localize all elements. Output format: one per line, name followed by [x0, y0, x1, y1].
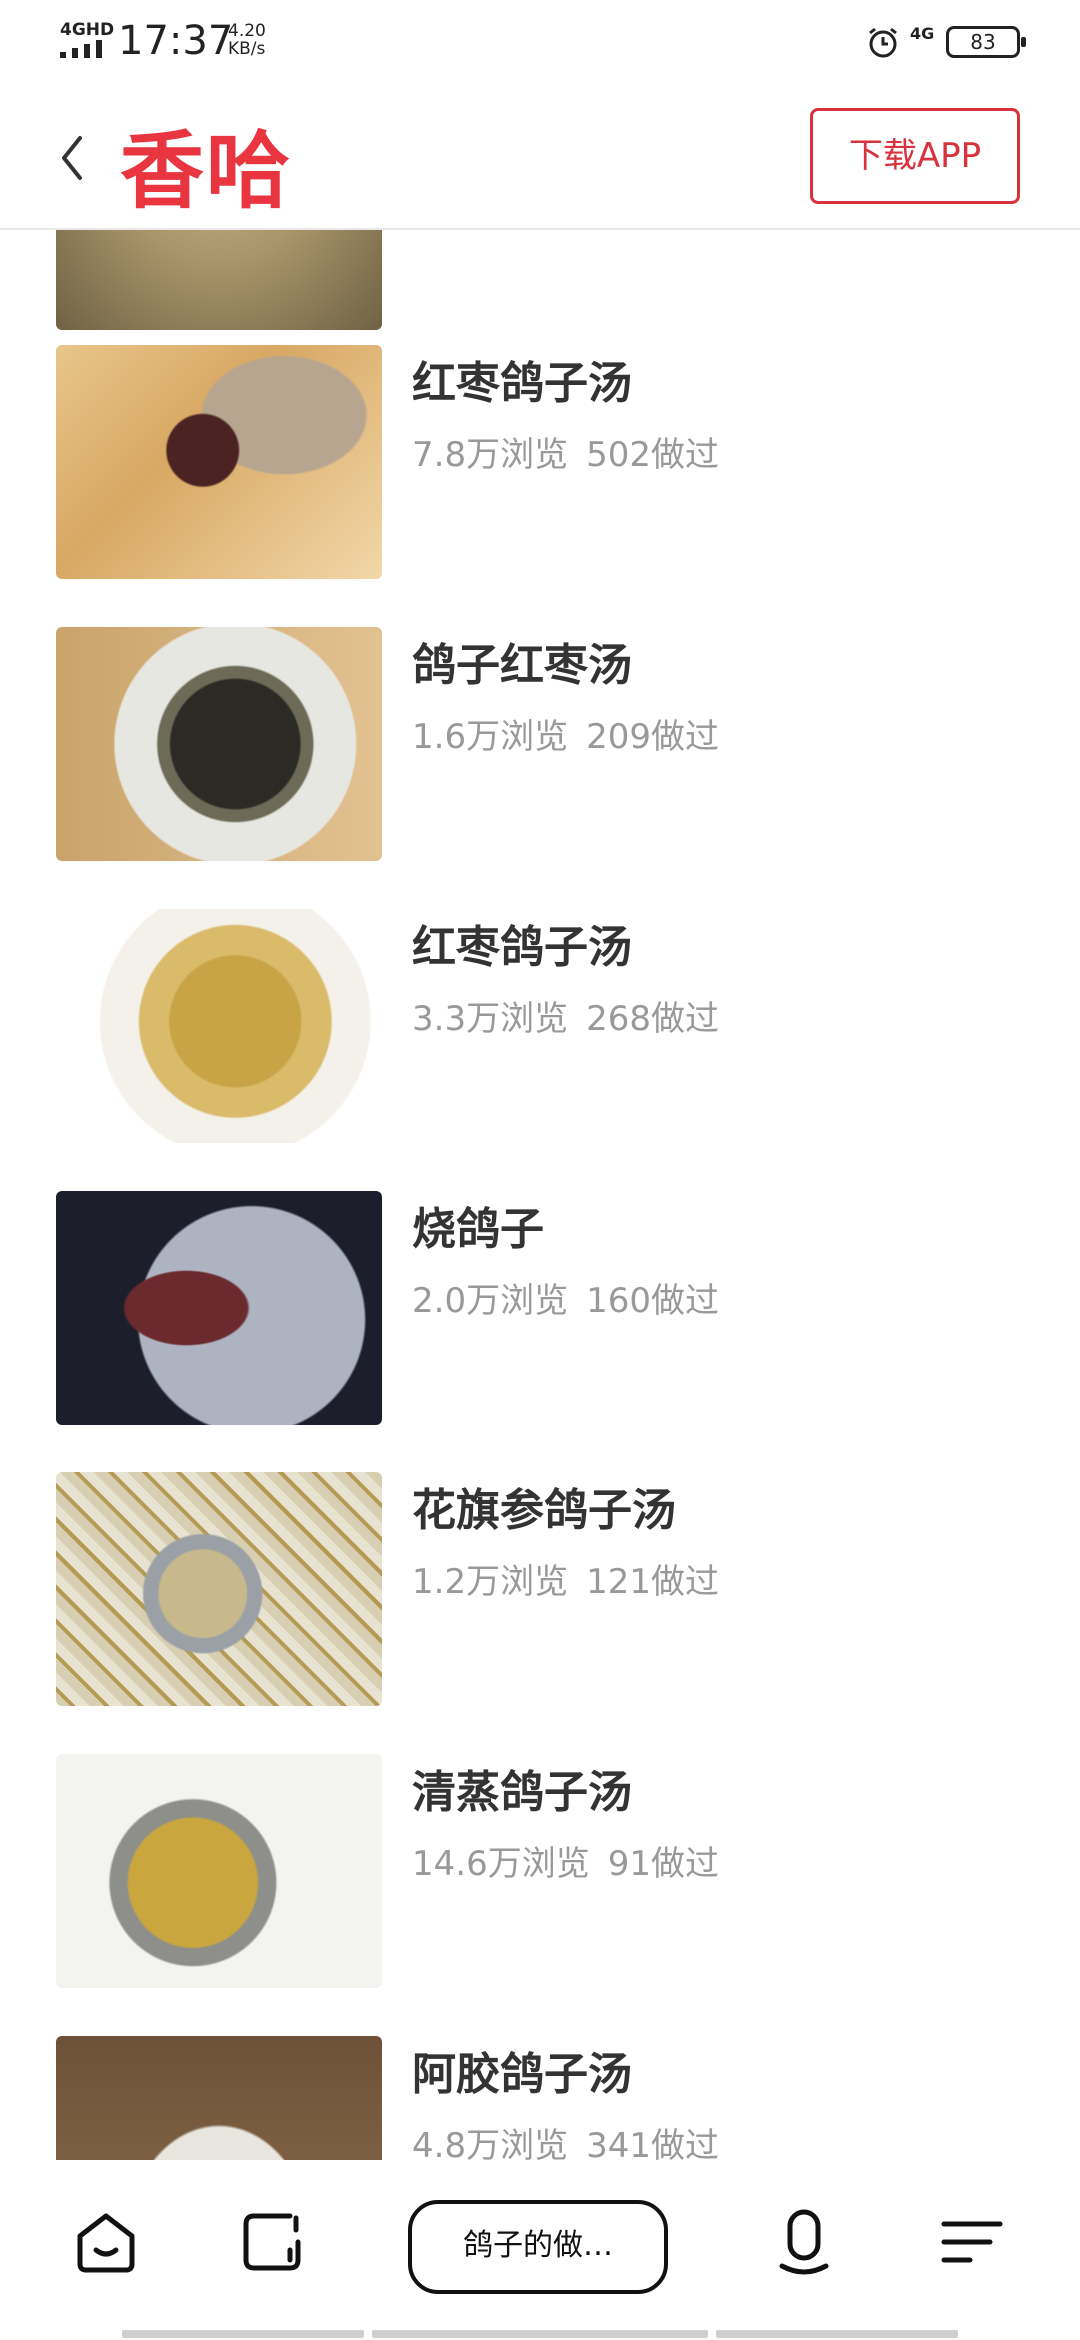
- view-count: 7.8万浏览: [412, 435, 569, 475]
- app-logo: 香哈: [120, 122, 293, 220]
- battery-icon: 83: [946, 26, 1026, 58]
- made-count: 341做过: [586, 2126, 719, 2160]
- view-count: 1.2万浏览: [412, 1562, 569, 1602]
- address-search-bar[interactable]: 鸽子的做…: [408, 2200, 668, 2294]
- list-item[interactable]: 花旗参鸽子汤 1.2万浏览 121做过: [0, 1472, 1080, 1706]
- recipe-title[interactable]: 烧鸽子: [412, 1193, 544, 1257]
- view-count: 2.0万浏览: [412, 1281, 569, 1321]
- network-type-label: 4GHD: [60, 20, 115, 40]
- recipe-thumbnail: [56, 1754, 382, 1988]
- network-speed-value: 4.20: [228, 21, 266, 41]
- recipe-thumbnail: [56, 627, 382, 861]
- tabs-icon[interactable]: [238, 2208, 306, 2276]
- recipe-thumbnail: [56, 1472, 382, 1706]
- made-count: 209做过: [586, 717, 719, 757]
- recipe-stats: 4.8万浏览 341做过: [412, 2118, 719, 2160]
- recipe-stats: 14.6万浏览 91做过: [412, 1836, 719, 1885]
- made-count: 121做过: [586, 1562, 719, 1602]
- list-item[interactable]: 清蒸鸽子汤 14.6万浏览 91做过: [0, 1754, 1080, 1988]
- mic-icon[interactable]: [770, 2208, 838, 2276]
- signal-icon: [60, 40, 104, 58]
- list-item[interactable]: [0, 230, 1080, 330]
- recipe-stats: 1.6万浏览 209做过: [412, 709, 719, 758]
- recipe-stats: 2.0万浏览 160做过: [412, 1273, 719, 1322]
- view-count: 3.3万浏览: [412, 999, 569, 1039]
- gesture-bar: [0, 2330, 1080, 2340]
- menu-icon[interactable]: [938, 2208, 1006, 2276]
- download-app-button[interactable]: 下载APP: [810, 108, 1020, 204]
- made-count: 91做过: [607, 1844, 719, 1884]
- made-count: 502做过: [586, 435, 719, 475]
- alarm-icon: [869, 27, 897, 58]
- made-count: 268做过: [586, 999, 719, 1039]
- recipe-stats: 1.2万浏览 121做过: [412, 1554, 719, 1603]
- network-speed-unit: KB/s: [228, 39, 266, 59]
- list-item[interactable]: 红枣鸽子汤 7.8万浏览 502做过: [0, 345, 1080, 579]
- recipe-title[interactable]: 花旗参鸽子汤: [412, 1474, 676, 1538]
- mobile-data-icon: 4G: [910, 24, 935, 43]
- browser-toolbar: 鸽子的做…: [0, 2160, 1080, 2340]
- view-count: 1.6万浏览: [412, 717, 569, 757]
- list-item[interactable]: 阿胶鸽子汤 4.8万浏览 341做过: [0, 2036, 1080, 2160]
- back-icon[interactable]: [52, 128, 92, 188]
- app-header: 香哈 下载APP: [0, 84, 1080, 230]
- list-item[interactable]: 烧鸽子 2.0万浏览 160做过: [0, 1191, 1080, 1425]
- list-item[interactable]: 红枣鸽子汤 3.3万浏览 268做过: [0, 909, 1080, 1143]
- recipe-thumbnail: [56, 230, 382, 330]
- recipe-title[interactable]: 阿胶鸽子汤: [412, 2038, 632, 2102]
- recipe-thumbnail: [56, 1191, 382, 1425]
- status-bar: 4GHD 17:37 4.20 KB/s 4G 83: [0, 0, 1080, 84]
- view-count: 4.8万浏览: [412, 2126, 569, 2160]
- home-icon[interactable]: [72, 2208, 140, 2276]
- recipe-stats: 3.3万浏览 268做过: [412, 991, 719, 1040]
- recipe-title[interactable]: 鸽子红枣汤: [412, 629, 632, 693]
- recipe-title[interactable]: 红枣鸽子汤: [412, 347, 632, 411]
- recipe-thumbnail: [56, 2036, 382, 2160]
- recipe-thumbnail: [56, 909, 382, 1143]
- clock: 17:37: [118, 18, 234, 64]
- made-count: 160做过: [586, 1281, 719, 1321]
- recipe-title[interactable]: 红枣鸽子汤: [412, 911, 632, 975]
- recipe-list: 红枣鸽子汤 7.8万浏览 502做过 鸽子红枣汤 1.6万浏览 209做过 红枣鸽子…: [0, 230, 1080, 2160]
- list-item[interactable]: 鸽子红枣汤 1.6万浏览 209做过: [0, 627, 1080, 861]
- view-count: 14.6万浏览: [412, 1844, 590, 1884]
- recipe-stats: 7.8万浏览 502做过: [412, 427, 719, 476]
- recipe-thumbnail: [56, 345, 382, 579]
- network-speed: 4.20 KB/s: [228, 22, 266, 58]
- recipe-title[interactable]: 清蒸鸽子汤: [412, 1756, 632, 1820]
